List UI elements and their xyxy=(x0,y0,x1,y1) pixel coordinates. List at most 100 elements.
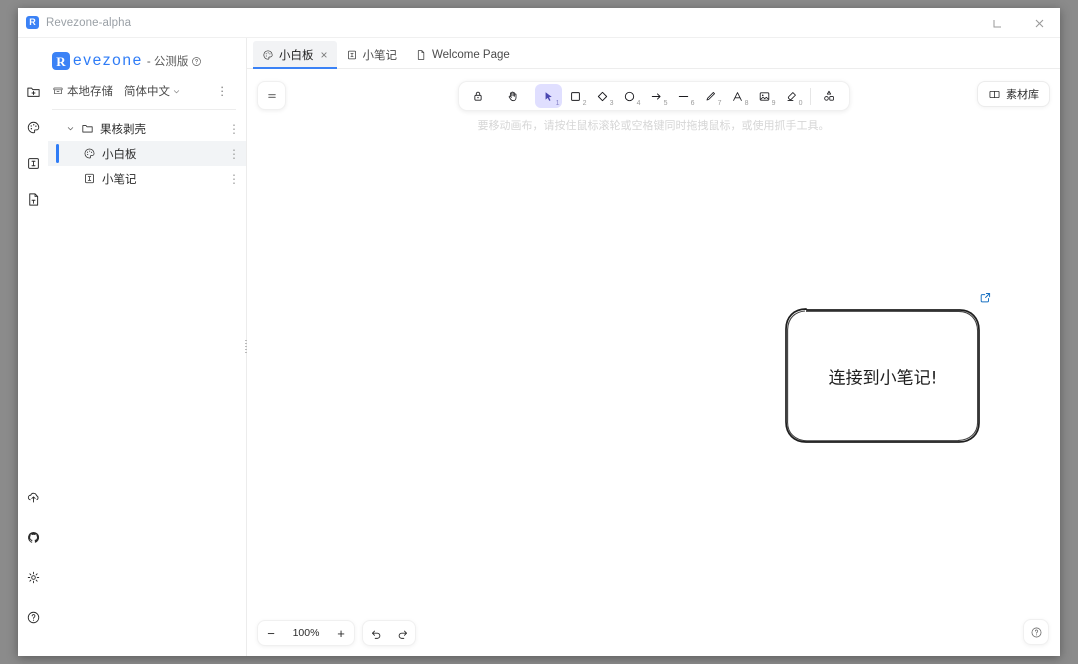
rectangle-icon[interactable]: 2 xyxy=(562,84,589,108)
board-palette-icon xyxy=(80,147,98,160)
chevron-down-icon[interactable] xyxy=(62,124,78,133)
archive-icon xyxy=(53,87,63,95)
new-text-file-icon[interactable] xyxy=(22,188,44,210)
question-circle-icon[interactable] xyxy=(191,56,202,67)
tab-label: 小白板 xyxy=(279,49,314,62)
help-circle-icon xyxy=(1031,627,1041,637)
tab-board[interactable]: 小白板 × xyxy=(253,41,337,69)
diamond-icon[interactable]: 3 xyxy=(589,84,616,108)
external-link-icon[interactable] xyxy=(979,291,992,304)
icon-rail xyxy=(18,38,48,656)
new-note-icon[interactable] xyxy=(22,152,44,174)
sidebar-header: R evezone - 公测版 本地存储 简体中文 ⋮ xyxy=(48,38,246,112)
drawing-toolbar: 1 2 3 4 5 6 7 8 9 0 xyxy=(457,81,850,111)
tree-item-menu[interactable]: ⋮ xyxy=(228,172,240,186)
tool-shortcut: 7 xyxy=(717,100,722,107)
brand-logo: R xyxy=(52,52,70,70)
sidebar-meta: 本地存储 简体中文 ⋮ xyxy=(52,79,236,103)
close-icon xyxy=(1035,19,1043,27)
storage-indicator[interactable]: 本地存储 xyxy=(52,83,113,99)
sidebar: R evezone - 公测版 本地存储 简体中文 ⋮ 果核剥壳 ⋮ 小白板 ⋮… xyxy=(48,38,248,656)
sidebar-divider xyxy=(52,109,236,110)
minimize-icon xyxy=(993,19,1001,27)
window-body: R evezone - 公测版 本地存储 简体中文 ⋮ 果核剥壳 ⋮ 小白板 ⋮… xyxy=(18,38,1060,656)
canvas-bottom-controls: − 100% + xyxy=(257,620,416,646)
line-icon[interactable]: 6 xyxy=(670,84,697,108)
tool-shortcut: 2 xyxy=(582,100,587,107)
window-title: Revezone-alpha xyxy=(46,16,132,29)
tree-item-board[interactable]: 小白板 ⋮ xyxy=(48,141,246,166)
tool-shortcut: 3 xyxy=(609,100,614,107)
note-icon xyxy=(80,172,98,185)
canvas-element-text: 连接到小笔记! xyxy=(828,368,938,389)
board-palette-icon xyxy=(262,49,274,61)
window-controls xyxy=(976,8,1060,37)
more-tools-icon[interactable] xyxy=(816,84,843,108)
library-icon xyxy=(989,90,1000,98)
lock-icon[interactable] xyxy=(465,84,492,108)
ellipse-icon[interactable]: 4 xyxy=(616,84,643,108)
cloud-upload-icon[interactable] xyxy=(22,486,44,508)
app-icon: R xyxy=(26,16,39,29)
chevron-down-icon xyxy=(173,89,180,93)
toolbar-divider xyxy=(809,87,811,105)
language-select[interactable]: 简体中文 xyxy=(124,83,181,99)
tab-label: Welcome Page xyxy=(432,48,510,61)
image-icon[interactable]: 9 xyxy=(751,84,778,108)
close-button[interactable] xyxy=(1018,8,1060,38)
file-tree: 果核剥壳 ⋮ 小白板 ⋮ 小笔记 ⋮ xyxy=(48,112,246,191)
settings-gear-icon[interactable] xyxy=(22,566,44,588)
canvas-hint-text: 要移动画布，请按住鼠标滚轮或空格键同时拖拽鼠标，或使用抓手工具。 xyxy=(477,120,830,132)
eraser-icon[interactable]: 0 xyxy=(778,84,805,108)
brand-tag: - 公测版 xyxy=(146,56,189,68)
tab-close-button[interactable]: × xyxy=(321,49,328,61)
whiteboard-canvas[interactable]: 1 2 3 4 5 6 7 8 9 0 素材库 要移动画布，请按住鼠标滚轮或空格… xyxy=(247,69,1060,656)
folder-icon xyxy=(78,122,96,135)
app-window: R Revezone-alpha R evezone - 公测版 本地存储 简体… xyxy=(18,8,1060,656)
tree-item-menu[interactable]: ⋮ xyxy=(228,147,240,161)
zoom-control: − 100% + xyxy=(257,620,355,646)
hand-icon[interactable] xyxy=(500,84,527,108)
sidebar-more-button[interactable]: ⋮ xyxy=(217,84,229,98)
tree-item-label: 果核剥壳 xyxy=(100,123,146,136)
zoom-out-button[interactable]: − xyxy=(258,621,284,645)
add-folder-icon[interactable] xyxy=(22,80,44,102)
text-icon[interactable]: 8 xyxy=(724,84,751,108)
tab-bar: 小白板 × 小笔记 Welcome Page xyxy=(247,38,1060,69)
tab-note[interactable]: 小笔记 xyxy=(337,41,407,68)
help-circle-icon[interactable] xyxy=(22,606,44,628)
redo-icon xyxy=(398,630,407,639)
library-button-label: 素材库 xyxy=(1006,89,1039,101)
tool-shortcut: 9 xyxy=(771,100,776,107)
canvas-menu-button[interactable] xyxy=(257,81,286,110)
brand: R evezone - 公测版 xyxy=(52,48,236,74)
selection-icon[interactable]: 1 xyxy=(534,84,562,108)
draw-icon[interactable]: 7 xyxy=(697,84,724,108)
tool-shortcut: 4 xyxy=(636,100,641,107)
library-button[interactable]: 素材库 xyxy=(977,81,1050,107)
tree-item-menu[interactable]: ⋮ xyxy=(228,122,240,136)
history-control xyxy=(362,620,416,646)
undo-icon xyxy=(371,630,380,639)
hamburger-menu-icon xyxy=(267,93,276,98)
zoom-level-value[interactable]: 100% xyxy=(284,627,328,639)
tree-item-folder[interactable]: 果核剥壳 ⋮ xyxy=(48,116,246,141)
arrow-icon[interactable]: 5 xyxy=(643,84,670,108)
tree-item-label: 小笔记 xyxy=(102,173,137,186)
window-titlebar: R Revezone-alpha xyxy=(18,8,1060,38)
tool-shortcut: 5 xyxy=(663,100,668,107)
zoom-in-button[interactable]: + xyxy=(328,621,354,645)
brand-name: evezone xyxy=(73,52,143,69)
canvas-help-button[interactable] xyxy=(1023,619,1049,645)
canvas-element-group[interactable]: 连接到小笔记! xyxy=(782,292,991,447)
minimize-button[interactable] xyxy=(976,8,1018,38)
tree-item-note[interactable]: 小笔记 ⋮ xyxy=(48,166,246,191)
redo-button[interactable] xyxy=(389,621,415,645)
tree-item-label: 小白板 xyxy=(102,148,137,161)
undo-button[interactable] xyxy=(363,621,389,645)
tab-welcome-page[interactable]: Welcome Page xyxy=(406,41,519,68)
new-board-icon[interactable] xyxy=(22,116,44,138)
github-icon[interactable] xyxy=(22,526,44,548)
storage-label: 本地存储 xyxy=(67,86,113,98)
note-icon xyxy=(346,49,358,61)
